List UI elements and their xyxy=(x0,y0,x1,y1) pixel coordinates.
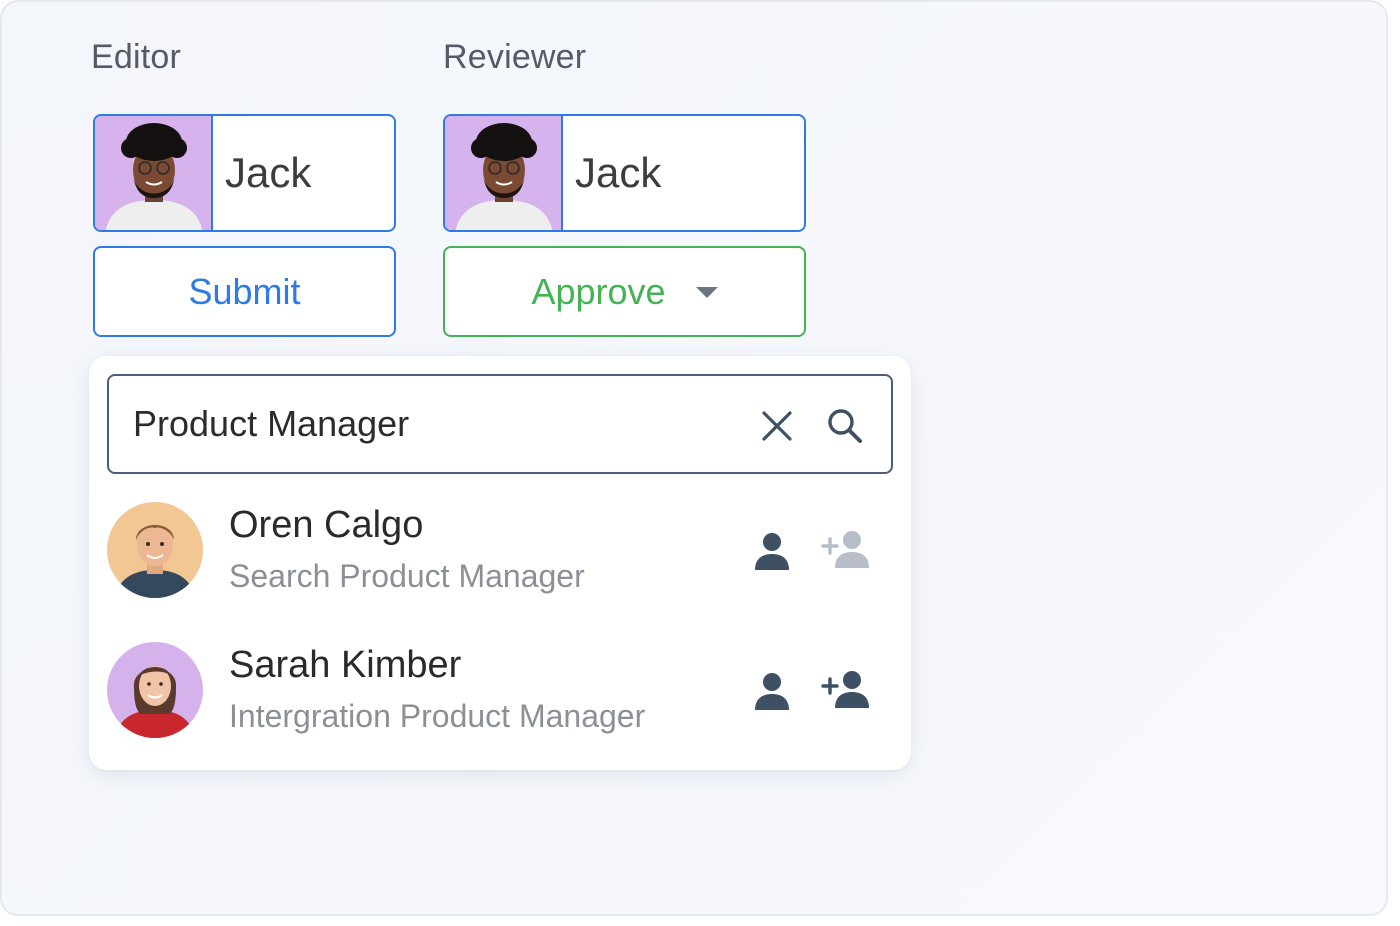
result-title: Intergration Product Manager xyxy=(229,698,646,734)
reviewer-assignee-card[interactable]: Jack xyxy=(443,114,806,232)
search-button[interactable] xyxy=(825,406,865,446)
approve-dropdown-button[interactable]: Approve xyxy=(443,246,806,337)
search-field xyxy=(107,374,893,474)
list-item[interactable]: Sarah Kimber Intergration Product Manage… xyxy=(107,636,893,746)
chevron-down-icon xyxy=(695,287,718,298)
reviewer-label: Reviewer xyxy=(443,38,587,76)
reviewer-avatar xyxy=(445,116,563,230)
user-icon xyxy=(755,533,789,570)
result-name: Oren Calgo xyxy=(229,504,424,546)
person-photo-icon xyxy=(107,502,203,598)
view-profile-button[interactable] xyxy=(749,668,795,714)
search-input[interactable] xyxy=(109,393,735,455)
clear-search-button[interactable] xyxy=(757,406,797,446)
add-user-button[interactable] xyxy=(819,526,875,572)
add-user-icon xyxy=(821,531,869,568)
add-user-icon xyxy=(821,671,869,708)
add-user-button[interactable] xyxy=(819,666,875,712)
avatar xyxy=(107,502,203,598)
person-photo-icon xyxy=(105,123,203,230)
result-name: Sarah Kimber xyxy=(229,644,462,686)
search-icon xyxy=(828,409,862,443)
person-photo-icon xyxy=(455,123,553,230)
submit-button[interactable]: Submit xyxy=(93,246,396,337)
close-icon xyxy=(762,411,792,441)
person-photo-icon xyxy=(107,642,203,738)
user-search-dropdown: Oren Calgo Search Product Manager xyxy=(89,356,911,770)
view-profile-button[interactable] xyxy=(749,528,795,574)
avatar xyxy=(107,642,203,738)
approve-button-label: Approve xyxy=(531,270,666,312)
submit-button-label: Submit xyxy=(188,270,301,312)
editor-label: Editor xyxy=(91,38,182,76)
editor-avatar xyxy=(95,116,213,230)
list-item[interactable]: Oren Calgo Search Product Manager xyxy=(107,496,893,606)
editor-name: Jack xyxy=(225,149,312,196)
user-icon xyxy=(755,673,789,710)
reviewer-name: Jack xyxy=(575,149,662,196)
result-title: Search Product Manager xyxy=(229,558,585,594)
assignment-panel: Editor Reviewer Jack Jack Submit Approve… xyxy=(0,0,1388,916)
editor-assignee-card[interactable]: Jack xyxy=(93,114,396,232)
